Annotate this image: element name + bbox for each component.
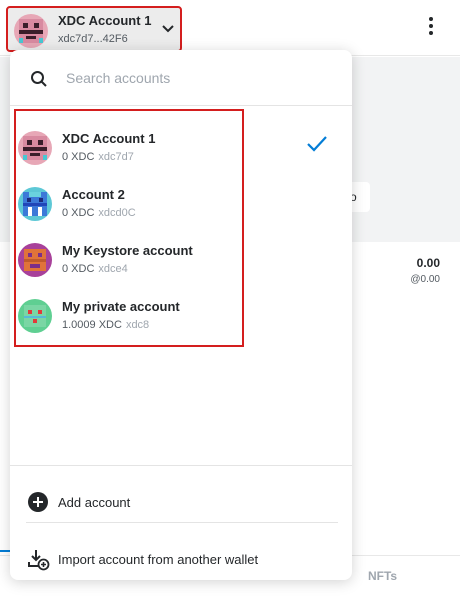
account-address: xdc7d7...42F6 — [58, 33, 128, 45]
chevron-down-icon — [160, 20, 176, 41]
account-item-3[interactable]: My Keystore account 0 XDC xdce4 — [10, 229, 352, 285]
menu-divider — [26, 522, 338, 523]
account-name: XDC Account 1 — [58, 13, 152, 28]
account-menu: XDC Account 1 0 XDCxdc7d7 Account — [10, 50, 352, 580]
search-input[interactable] — [66, 66, 326, 90]
account-item-short-address: xdcd0C — [98, 207, 136, 219]
account-item-balance: 0 XDC xdc7d7 — [62, 151, 134, 163]
add-account-label: Add account — [58, 495, 131, 510]
menu-divider — [10, 465, 352, 466]
token-balance: 0.00 — [416, 256, 440, 270]
account-item-balance: 0 XDC xdce4 — [62, 263, 128, 275]
account-item-short-address: xdce4 — [98, 263, 128, 275]
add-account-button[interactable]: Add account — [10, 478, 352, 528]
account-selector-button[interactable]: XDC Account 1 xdc7d7...42F6 — [6, 6, 182, 52]
import-account-button[interactable]: Import account from another wallet — [10, 535, 352, 585]
account-item-name: Account 2 — [62, 187, 125, 202]
pixel-avatar-orange-icon — [18, 243, 52, 282]
account-item-balance: 0 XDC xdcd0C — [62, 207, 136, 219]
account-item-balance: 1.0009 XDC xdc8 — [62, 319, 150, 331]
search-icon — [30, 70, 48, 93]
import-account-label: Import account from another wallet — [58, 552, 259, 567]
account-item-1[interactable]: XDC Account 1 0 XDC xdc7d7 — [10, 117, 352, 173]
account-item-4[interactable]: My private account 1.0009 XDC xdc8 — [10, 285, 352, 341]
pixel-avatar-pink-icon — [18, 131, 52, 170]
import-icon — [28, 549, 50, 576]
top-bar: XDC Account 1 xdc7d7...42F6 — [0, 0, 460, 56]
account-item-short-address: xdc7d7 — [98, 151, 134, 163]
search-row — [10, 50, 352, 106]
check-icon — [306, 135, 328, 158]
account-avatar-icon — [14, 14, 48, 53]
tab-nfts[interactable]: NFTs — [368, 569, 397, 583]
account-item-2[interactable]: Account 2 0 XDC xdcd0C — [10, 173, 352, 229]
token-fiat-value: @0.00 — [410, 274, 440, 285]
pixel-avatar-green-icon — [18, 299, 52, 338]
pixel-avatar-blue-icon — [18, 187, 52, 226]
account-item-name: My private account — [62, 299, 180, 314]
wallet-page: XDC Account 1 xdc7d7...42F6 o 0.00 @0.00… — [0, 0, 460, 597]
account-item-name: My Keystore account — [62, 243, 193, 258]
account-item-name: XDC Account 1 — [62, 131, 156, 146]
kebab-menu-icon[interactable] — [424, 14, 438, 42]
plus-circle-icon — [28, 492, 48, 517]
account-item-short-address: xdc8 — [125, 319, 150, 331]
